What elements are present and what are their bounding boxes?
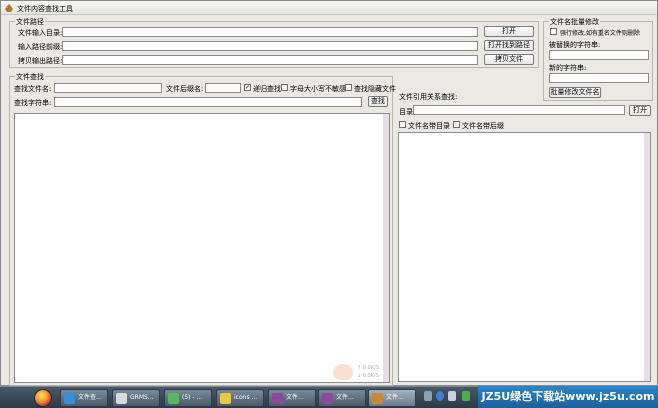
title-bar: 文件内容查找工具 <box>1 1 657 15</box>
tray-icon[interactable] <box>448 391 456 401</box>
taskbar-item-label: 文件查... <box>78 394 102 401</box>
paths-legend: 文件路径 <box>15 17 45 27</box>
speed-widget-icon <box>333 364 353 380</box>
find-text-label: 查找字符串: <box>14 99 52 107</box>
replace-field[interactable] <box>549 50 649 60</box>
with-suffix-label: 文件名带后缀 <box>462 122 504 130</box>
find-text-field[interactable] <box>54 97 362 107</box>
copy-out-field[interactable] <box>62 55 478 65</box>
new-string-field[interactable] <box>549 73 649 83</box>
taskbar-item-active[interactable]: 文件... <box>368 389 416 407</box>
input-dir-label: 文件输入目录: <box>18 29 63 37</box>
upload-speed: ↑ 0.0K/S <box>357 365 379 371</box>
taskbar-item-label: 文件... <box>336 394 354 401</box>
ref-title: 文件引用关系查找: <box>399 93 458 101</box>
site-brand-banner: JZ5U绿色下载站www.jz5u.com <box>478 386 658 408</box>
taskbar-item[interactable]: 文件... <box>268 389 316 407</box>
with-dir-label: 文件名带目录 <box>408 122 450 130</box>
app-window: 文件内容查找工具 文件路径 文件输入目录: 打开 输入路径前缀: 打开找到路径 … <box>0 0 658 386</box>
taskbar-item[interactable]: icons ... <box>216 389 264 407</box>
help-icon[interactable] <box>436 391 444 401</box>
suffix-field[interactable] <box>205 83 241 93</box>
search-legend: 文件查找 <box>15 72 45 82</box>
find-button[interactable]: 查找 <box>368 96 388 107</box>
start-button[interactable] <box>34 389 52 407</box>
force-rename-label: 强行修改,如有重名文件则删除 <box>560 30 640 37</box>
taskbar-item[interactable]: GRMS... <box>112 389 160 407</box>
taskbar-item-label: GRMS... <box>130 394 154 401</box>
replace-label: 被替换的字符串: <box>549 41 601 49</box>
app-icon <box>5 4 13 12</box>
recursive-label: 递归查找 <box>253 85 281 93</box>
case-insensitive-label: 字母大小写不敏感 <box>290 85 346 93</box>
ref-open-button[interactable]: 打开 <box>629 105 651 116</box>
case-insensitive-checkbox[interactable] <box>281 84 288 91</box>
taskbar-item[interactable]: 文件... <box>318 389 366 407</box>
rename-group: 文件名批量修改 强行修改,如有重名文件则删除 被替换的字符串: 新的字符串: 批… <box>543 17 653 101</box>
copy-out-label: 拷贝输出路径: <box>18 57 63 65</box>
folder-icon <box>220 393 231 404</box>
qq-icon <box>168 393 179 404</box>
open-output-button[interactable]: 打开找到路径 <box>484 40 534 51</box>
hidden-files-checkbox[interactable] <box>345 84 352 91</box>
winrar-icon <box>272 393 283 404</box>
search-results-area[interactable]: ↑ 0.0K/S ↓ 0.0K/S <box>14 113 390 383</box>
input-path-label: 输入路径前缀: <box>18 43 63 51</box>
taskbar-item[interactable]: (5) - ... <box>164 389 212 407</box>
taskbar-item-label: (5) - ... <box>182 394 203 401</box>
ref-results-area[interactable] <box>398 132 651 382</box>
find-name-field[interactable] <box>54 83 162 93</box>
ie-icon <box>64 393 75 404</box>
paths-group: 文件路径 文件输入目录: 打开 输入路径前缀: 打开找到路径 拷贝输出路径: 拷… <box>9 17 539 68</box>
taskbar-item-label: 文件... <box>286 394 304 401</box>
force-rename-checkbox[interactable] <box>550 28 557 35</box>
taskbar-item-label: icons ... <box>234 394 258 401</box>
battery-icon[interactable] <box>462 391 470 401</box>
ref-dir-field[interactable] <box>413 105 625 115</box>
open-button[interactable]: 打开 <box>484 26 534 37</box>
recursive-checkbox[interactable]: ✓ <box>244 84 251 91</box>
results-scrollbar[interactable] <box>383 114 389 382</box>
with-dir-checkbox[interactable] <box>399 121 406 128</box>
winrar-icon <box>322 393 333 404</box>
input-dir-field[interactable] <box>62 27 478 37</box>
tray-icon[interactable] <box>424 391 432 401</box>
copy-file-button[interactable]: 拷贝文件 <box>484 54 534 65</box>
rename-legend: 文件名批量修改 <box>549 17 600 27</box>
hidden-files-label: 查找隐藏文件 <box>354 85 396 93</box>
taskbar-item[interactable]: 文件查... <box>60 389 108 407</box>
input-path-field[interactable] <box>62 41 478 51</box>
batch-rename-button[interactable]: 批量修改文件名 <box>549 87 601 98</box>
suffix-label: 文件后缀名: <box>166 85 204 93</box>
new-string-label: 新的字符串: <box>549 64 587 72</box>
window-title: 文件内容查找工具 <box>17 5 73 13</box>
find-name-label: 查找文件名: <box>14 85 52 93</box>
with-suffix-checkbox[interactable] <box>453 121 460 128</box>
tool-icon <box>372 393 383 404</box>
download-speed: ↓ 0.0K/S <box>357 373 379 379</box>
ref-scrollbar[interactable] <box>644 133 650 381</box>
taskbar-item-label: 文件... <box>386 394 404 401</box>
app-icon <box>116 393 127 404</box>
search-group: 文件查找 查找文件名: 文件后缀名: ✓ 递归查找 字母大小写不敏感 查找隐藏文… <box>9 72 396 386</box>
